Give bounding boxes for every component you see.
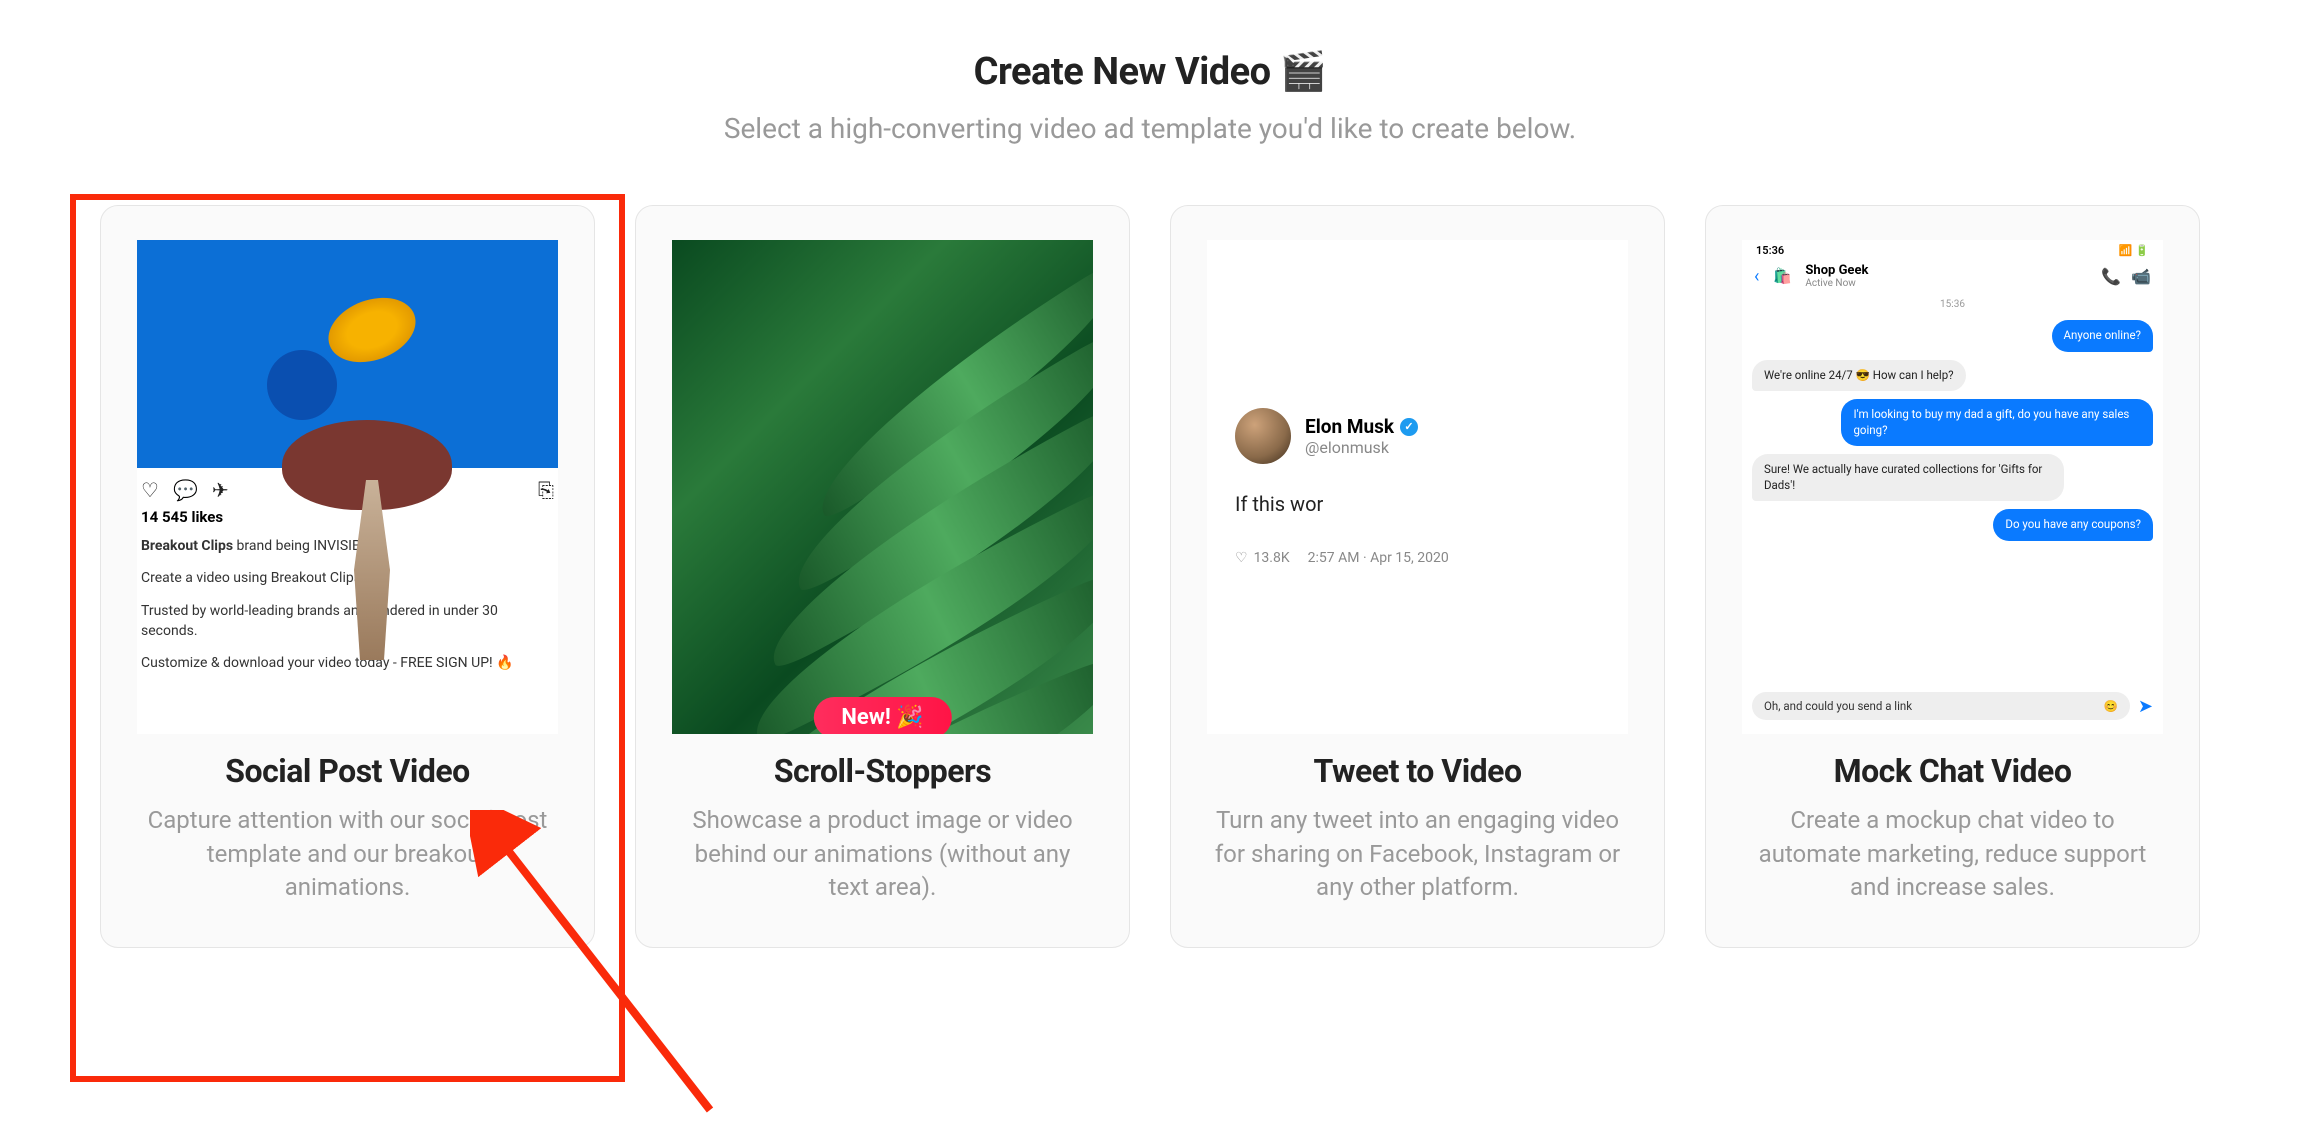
video-icon: 📹 xyxy=(2131,267,2151,286)
chat-bubble-received: We're online 24/7 😎 How can I help? xyxy=(1752,360,1966,392)
avatar: 🛍️ xyxy=(1769,263,1795,289)
send-icon: ➤ xyxy=(2138,696,2153,717)
card-description: Turn any tweet into an engaging video fo… xyxy=(1207,804,1628,905)
status-bar: 15:36 📶 🔋 xyxy=(1742,240,2163,261)
chat-bubble-sent: Do you have any coupons? xyxy=(1993,509,2153,541)
chat-input-row: Oh, and could you send a link 😊 ➤ xyxy=(1742,686,2163,726)
card-description: Create a mockup chat video to automate m… xyxy=(1742,804,2163,905)
card-preview: New! 🎉 xyxy=(672,240,1093,734)
page-header: Create New Video 🎬 Select a high-convert… xyxy=(70,50,2230,145)
card-title: Mock Chat Video xyxy=(1834,752,2072,790)
status-time: 15:36 xyxy=(1756,244,1784,257)
card-preview: 15:36 📶 🔋 ‹ 🛍️ Shop Geek Active Now 📞 📹 … xyxy=(1742,240,2163,734)
chat-name: Shop Geek xyxy=(1805,263,1868,278)
phone-icon: 📞 xyxy=(2101,267,2121,286)
verified-badge-icon: ✓ xyxy=(1400,418,1418,436)
tweet-body: If this wor xyxy=(1235,492,1600,516)
template-card-tweet-to-video[interactable]: Elon Musk ✓ @elonmusk If this wor 13.8K … xyxy=(1170,205,1665,948)
card-preview: Elon Musk ✓ @elonmusk If this wor 13.8K … xyxy=(1207,240,1628,734)
chat-timestamp: 15:36 xyxy=(1742,299,2163,310)
tweet-author-handle: @elonmusk xyxy=(1305,438,1418,457)
status-icons: 📶 🔋 xyxy=(2119,244,2149,257)
avatar xyxy=(1235,408,1291,464)
annotation-arrow-icon xyxy=(470,810,750,1130)
page-title: Create New Video 🎬 xyxy=(70,50,2230,94)
chat-action-icons: 📞 📹 xyxy=(2101,267,2151,286)
template-card-mock-chat[interactable]: 15:36 📶 🔋 ‹ 🛍️ Shop Geek Active Now 📞 📹 … xyxy=(1705,205,2200,948)
tweet-footer: 13.8K 2:57 AM · Apr 15, 2020 xyxy=(1235,550,1600,566)
chat-status: Active Now xyxy=(1805,278,1868,289)
back-icon: ‹ xyxy=(1754,266,1759,287)
new-badge: New! 🎉 xyxy=(813,697,951,734)
plant-image xyxy=(672,240,1093,734)
tweet-timestamp: 2:57 AM · Apr 15, 2020 xyxy=(1308,550,1449,566)
chat-bubble-sent: Anyone online? xyxy=(2052,320,2153,352)
chat-header: ‹ 🛍️ Shop Geek Active Now 📞 📹 xyxy=(1742,261,2163,299)
chat-bubble-sent: I'm looking to buy my dad a gift, do you… xyxy=(1841,399,2153,446)
chat-bubble-received: Sure! We actually have curated collectio… xyxy=(1752,454,2064,501)
tweet-header: Elon Musk ✓ @elonmusk xyxy=(1235,408,1600,464)
tweet-author-name: Elon Musk ✓ xyxy=(1305,415,1418,438)
chat-input: Oh, and could you send a link 😊 xyxy=(1752,692,2130,720)
card-title: Tweet to Video xyxy=(1313,752,1521,790)
tweet-likes: 13.8K xyxy=(1235,550,1290,566)
page-subtitle: Select a high-converting video ad templa… xyxy=(70,112,2230,145)
emoji-icon: 😊 xyxy=(2104,699,2118,713)
card-title: Scroll-Stoppers xyxy=(774,752,991,790)
